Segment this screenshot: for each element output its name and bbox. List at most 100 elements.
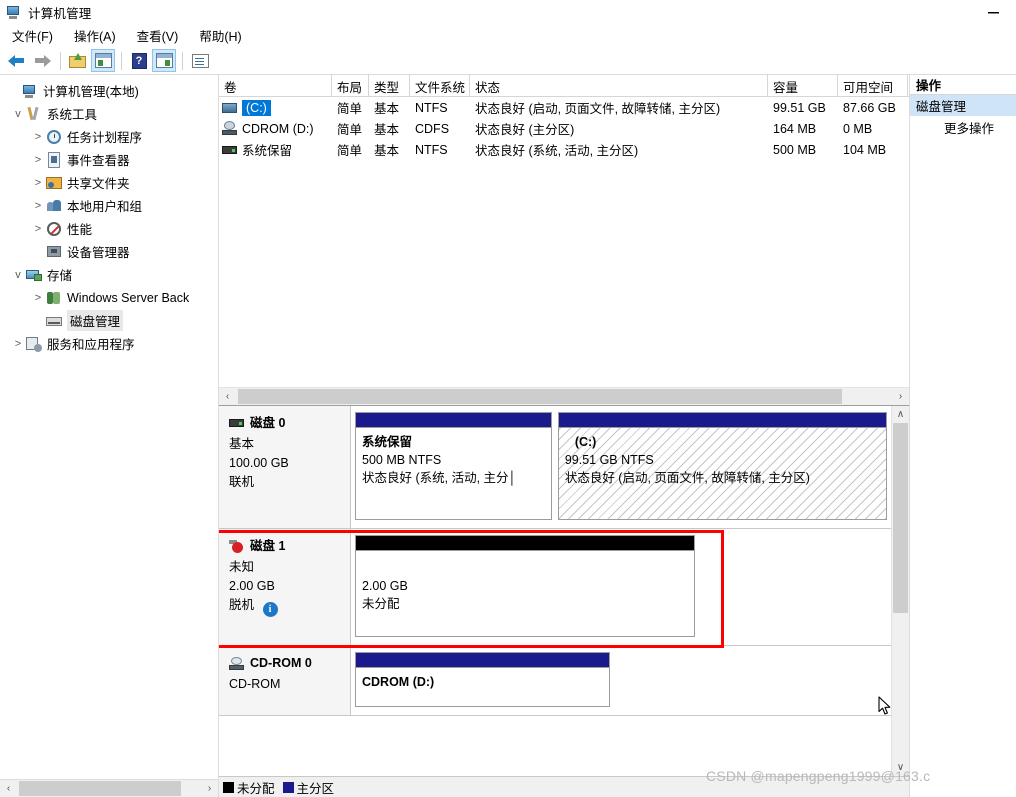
tree-expander[interactable] <box>6 83 22 99</box>
actions-pane: 操作 磁盘管理 更多操作 <box>910 75 1016 797</box>
tree-expander[interactable]: > <box>30 221 46 237</box>
menu-view[interactable]: 查看(V) <box>134 24 188 47</box>
partition-unallocated[interactable]: 2.00 GB 未分配 <box>355 535 696 637</box>
disk-1-title-row: 磁盘 1 <box>229 537 350 556</box>
tree-event-viewer[interactable]: > 事件查看器 <box>0 148 218 171</box>
console-tree-pane: 计算机管理(本地) v 系统工具 > 任务计划程序 > 事件查看器 > 共享文件 <box>0 75 219 797</box>
menu-action[interactable]: 操作(A) <box>71 24 125 47</box>
minimize-icon <box>988 11 999 13</box>
offline-info-icon[interactable]: i <box>262 602 278 617</box>
storage-icon <box>26 267 42 283</box>
partition-capacity-bar <box>356 653 610 668</box>
show-hide-console-tree-button[interactable] <box>91 49 115 72</box>
actions-section-disk-management[interactable]: 磁盘管理 <box>910 95 1016 116</box>
column-header-status[interactable]: 状态 <box>470 75 768 96</box>
volume-scroll-track[interactable] <box>236 388 892 405</box>
up-one-level-button[interactable] <box>66 49 90 72</box>
column-header-capacity[interactable]: 容量 <box>768 75 838 96</box>
tree-local-users-and-groups[interactable]: > 本地用户和组 <box>0 194 218 217</box>
tree-expander[interactable]: > <box>30 175 46 191</box>
tree-disk-management[interactable]: 磁盘管理 <box>0 309 218 332</box>
tree-expander[interactable]: > <box>30 290 46 306</box>
minimize-button[interactable] <box>971 0 1016 24</box>
properties-icon <box>191 53 209 68</box>
disk-scroll-track[interactable] <box>892 423 909 759</box>
tree-computer-management-local[interactable]: 计算机管理(本地) <box>0 79 218 102</box>
scroll-left-icon[interactable]: ‹ <box>0 780 17 797</box>
cell-capacity: 500 MB <box>773 142 817 157</box>
computer-icon <box>22 83 38 99</box>
tree-shared-folders[interactable]: > 共享文件夹 <box>0 171 218 194</box>
partition-size: 99.51 GB NTFS <box>564 453 654 467</box>
tree-expander[interactable]: > <box>30 152 46 168</box>
actions-more-actions[interactable]: 更多操作 <box>910 116 1016 138</box>
partition-system-reserved[interactable]: 系统保留 500 MB NTFS 状态良好 (系统, 活动, 主分│ <box>355 412 552 520</box>
tree-expander[interactable]: v <box>10 267 26 283</box>
scroll-left-icon[interactable]: ‹ <box>219 388 236 405</box>
help-button[interactable]: ? <box>127 49 151 72</box>
tree-storage[interactable]: v 存储 <box>0 263 218 286</box>
tree-device-manager[interactable]: 设备管理器 <box>0 240 218 263</box>
partition-c-drive[interactable]: (C:) 99.51 GB NTFS 状态良好 (启动, 页面文件, 故障转储,… <box>557 412 887 520</box>
table-row[interactable]: 系统保留 简单 基本 NTFS 状态良好 (系统, 活动, 主分区) 500 M… <box>219 139 909 160</box>
partition-size: 2.00 GB <box>362 579 408 593</box>
show-hide-action-pane-button[interactable] <box>152 49 176 72</box>
disk-scroll-thumb[interactable] <box>893 423 908 613</box>
back-button[interactable] <box>5 49 29 72</box>
column-header-file-system[interactable]: 文件系统 <box>410 75 470 96</box>
menu-help[interactable]: 帮助(H) <box>196 24 250 47</box>
column-header-type[interactable]: 类型 <box>369 75 410 96</box>
cell-free-space: 0 MB <box>843 121 873 136</box>
tree-scroll-thumb[interactable] <box>19 781 181 796</box>
title-bar: 计算机管理 <box>0 0 1016 24</box>
forward-button[interactable] <box>30 49 54 72</box>
table-row[interactable]: CDROM (D:) 简单 基本 CDFS 状态良好 (主分区) 164 MB … <box>219 118 909 139</box>
cd-rom-0[interactable]: CD-ROM 0 CD-ROM CDROM (D:) <box>219 646 891 716</box>
disk-1[interactable]: 磁盘 1 未知 2.00 GB 脱机 i 2.00 GB 未分配 <box>219 529 891 646</box>
tree-horizontal-scrollbar[interactable]: ‹ › <box>0 779 218 797</box>
cell-type: 基本 <box>374 123 400 137</box>
cell-type: 基本 <box>374 102 400 116</box>
tree-windows-server-backup[interactable]: > Windows Server Back <box>0 286 218 309</box>
tree-expander[interactable]: > <box>30 198 46 214</box>
tree-system-tools[interactable]: v 系统工具 <box>0 102 218 125</box>
legend-primary-swatch <box>282 781 294 793</box>
cell-file-system: NTFS <box>415 142 448 157</box>
cell-volume: (C:) <box>219 97 332 118</box>
scroll-right-icon[interactable]: › <box>892 388 909 405</box>
tree-services-and-applications[interactable]: > 服务和应用程序 <box>0 332 218 355</box>
column-header-volume[interactable]: 卷 <box>219 75 332 96</box>
volume-scroll-thumb[interactable] <box>238 389 842 404</box>
menu-file[interactable]: 文件(F) <box>9 24 62 47</box>
disk-0-title-row: 磁盘 0 <box>229 414 350 433</box>
tree-task-scheduler[interactable]: > 任务计划程序 <box>0 125 218 148</box>
column-header-layout[interactable]: 布局 <box>332 75 369 96</box>
console-tree: 计算机管理(本地) v 系统工具 > 任务计划程序 > 事件查看器 > 共享文件 <box>0 75 218 779</box>
tree-performance[interactable]: > 性能 <box>0 217 218 240</box>
tree-expander[interactable]: > <box>30 129 46 145</box>
volume-list-header: 卷 布局 类型 文件系统 状态 容量 可用空间 <box>219 75 909 97</box>
table-row[interactable]: (C:) 简单 基本 NTFS 状态良好 (启动, 页面文件, 故障转储, 主分… <box>219 97 909 118</box>
arrow-right-icon <box>33 54 51 68</box>
disk-0-capacity: 100.00 GB <box>229 456 289 470</box>
local-users-groups-icon <box>46 198 62 214</box>
tree-expander <box>30 244 46 260</box>
toolbar-separator-1 <box>60 51 61 70</box>
tree-scroll-track[interactable] <box>17 780 201 797</box>
partition-label: 系统保留 <box>362 435 413 449</box>
partition-cdrom-d[interactable]: CDROM (D:) <box>355 652 611 707</box>
scroll-up-icon[interactable]: ∧ <box>892 406 909 423</box>
tree-expander[interactable]: v <box>10 106 26 122</box>
scroll-down-icon[interactable]: ∨ <box>892 759 909 776</box>
disk-0[interactable]: 磁盘 0 基本 100.00 GB 联机 系统保留 500 MB NTFS 状态… <box>219 406 891 529</box>
volume-list-horizontal-scrollbar[interactable]: ‹ › <box>219 387 909 405</box>
scroll-right-icon[interactable]: › <box>201 780 218 797</box>
tree-expander[interactable]: > <box>10 336 26 352</box>
disk-1-title: 磁盘 1 <box>250 539 286 553</box>
disk-view-vertical-scrollbar[interactable]: ∧ ∨ <box>891 406 909 776</box>
properties-button[interactable] <box>188 49 212 72</box>
device-manager-icon <box>46 244 62 260</box>
cell-layout: 简单 <box>337 144 363 158</box>
column-header-free-space[interactable]: 可用空间 <box>838 75 908 96</box>
disk-offline-icon <box>229 539 244 554</box>
